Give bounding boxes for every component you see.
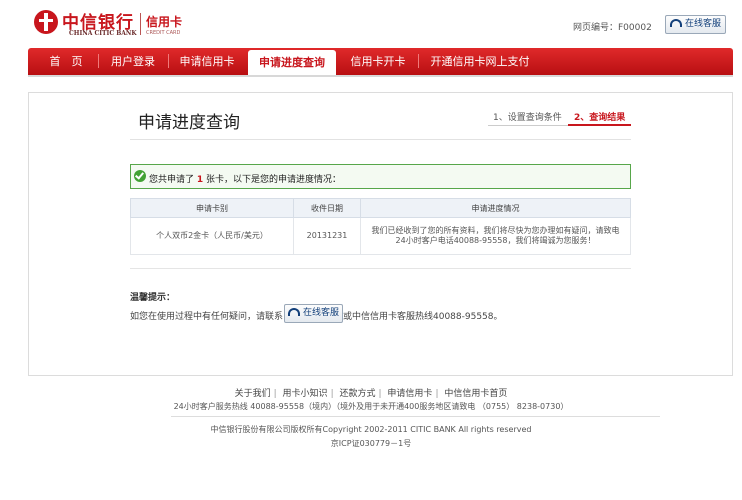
nav-item-home[interactable]: 首 页 [36, 48, 96, 75]
citic-logo-icon [34, 10, 58, 34]
table-row: 个人双币2金卡（人民币/美元） 20131231 我们已经收到了您的所有资料，我… [130, 217, 631, 255]
notice-prefix: 您共申请了 [149, 175, 195, 185]
nav-item-online-pay[interactable]: 开通信用卡网上支付 [420, 48, 540, 75]
page-number: 网页编号：F00002 [573, 23, 652, 33]
notice-text: 您共申请了 1 张卡，以下是您的申请进度情况： [149, 172, 341, 185]
cell-progress-status: 我们已经收到了您的所有资料，我们将尽快为您办理如有疑问，请致电24小时客户电话4… [360, 217, 631, 255]
footer-link-repayment[interactable]: 还款方式 [339, 389, 375, 399]
footer-link-apply[interactable]: 申请信用卡 [387, 389, 432, 399]
step-results: 2、查询结果 [574, 113, 626, 123]
footer-divider [171, 416, 660, 417]
brand-divider [140, 13, 141, 35]
footer-icp: 京ICP证030779－1号 [330, 439, 412, 448]
nav-item-progress[interactable]: 申请进度查询 [248, 50, 336, 75]
nav-divider [418, 54, 419, 68]
step-set-conditions: 1、设置查询条件 [493, 113, 562, 123]
active-step-underline [568, 124, 631, 126]
credit-card-label: 信用卡 [146, 15, 183, 29]
col-header-progress: 申请进度情况 [360, 198, 631, 218]
footer-link-about[interactable]: 关于我们 [235, 389, 271, 399]
footer-link-home[interactable]: 中信信用卡首页 [444, 389, 507, 399]
headset-icon [669, 19, 682, 27]
tip-text-suffix: 或中信信用卡客服热线40088-95558。 [343, 312, 503, 322]
nav-item-apply[interactable]: 申请信用卡 [169, 48, 245, 75]
tip-title: 温馨提示： [130, 293, 176, 303]
cell-received-date: 20131231 [293, 217, 361, 255]
online-service-label: 在线客服 [684, 19, 721, 29]
page-title: 申请进度查询 [138, 113, 240, 133]
application-count: 1 [196, 175, 204, 185]
cell-card-type: 个人双币2金卡（人民币/美元） [130, 217, 294, 255]
progress-table: 申请卡别 收件日期 申请进度情况 个人双币2金卡（人民币/美元） 2013123… [130, 198, 631, 255]
title-divider [130, 139, 631, 140]
brand-name-en: CHINA CITIC BANK [69, 30, 137, 37]
footer-links: 关于我们 | 用卡小知识 | 还款方式 | 申请信用卡 | 中信信用卡首页 [234, 389, 508, 399]
tip-online-service-label: 在线客服 [302, 308, 339, 318]
col-header-card-type: 申请卡别 [130, 198, 294, 218]
headset-icon [287, 308, 300, 316]
notice-suffix: 张卡，以下是您的申请进度情况： [206, 175, 342, 185]
credit-card-label-en: CREDIT CARD [146, 30, 181, 36]
nav-item-activate[interactable]: 信用卡开卡 [340, 48, 416, 75]
section-divider [130, 268, 631, 269]
col-header-received-date: 收件日期 [293, 198, 361, 218]
online-service-button[interactable]: 在线客服 [665, 15, 726, 34]
tip-text-prefix: 如您在使用过程中有任何疑问，请联系 [130, 312, 284, 322]
success-check-icon [134, 170, 146, 182]
nav-item-login[interactable]: 用户登录 [99, 48, 167, 75]
footer-hotline: 24小时客户服务热线 40088-95558（境内）（境外及用于未开通400服务… [173, 402, 569, 411]
footer-link-tips[interactable]: 用卡小知识 [283, 389, 328, 399]
nav-shadow [28, 75, 733, 77]
footer-copyright: 中信银行股份有限公司版权所有Copyright 2002-2011 CITIC … [210, 425, 532, 434]
tip-online-service-button[interactable]: 在线客服 [284, 304, 343, 323]
table-header-row: 申请卡别 收件日期 申请进度情况 [130, 198, 631, 218]
